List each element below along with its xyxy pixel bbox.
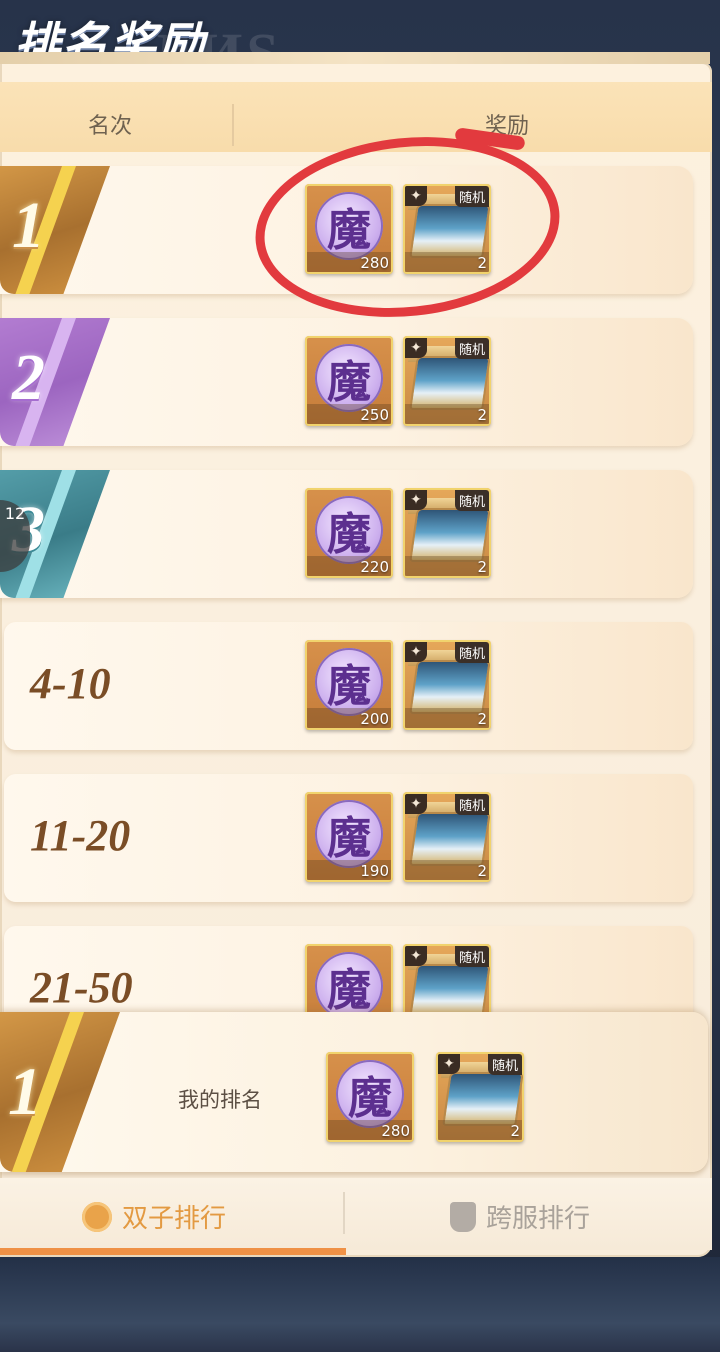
puzzle-icon: ✦: [405, 642, 427, 662]
chest-icon: [442, 1072, 524, 1126]
random-chest-item[interactable]: ✦ 随机 2: [403, 488, 491, 578]
puzzle-icon: ✦: [405, 338, 427, 358]
demon-coin-icon: 魔: [315, 496, 383, 564]
tab-label: 双子排行: [122, 1204, 227, 1234]
background-scene: [0, 1257, 720, 1352]
demon-coin-icon: 魔: [315, 800, 383, 868]
rank-column-header: 名次: [88, 114, 133, 139]
rank-range: 21-50: [30, 963, 133, 1012]
item-count: 280: [381, 1122, 410, 1140]
chest-icon: [409, 660, 491, 714]
rank-range: 4-10: [30, 659, 111, 708]
tab-label: 跨服排行: [486, 1204, 591, 1234]
demon-coin-item[interactable]: 魔 190: [305, 792, 393, 882]
demon-coin-icon: 魔: [336, 1060, 404, 1128]
bubble-count: 12: [4, 504, 26, 523]
rank-row-2[interactable]: 2 魔 250 ✦ 随机 2: [0, 318, 693, 446]
random-tag: 随机: [454, 794, 489, 815]
twin-icon: [82, 1201, 112, 1232]
item-count: 2: [477, 862, 487, 880]
tab-divider: [343, 1192, 345, 1234]
puzzle-icon: ✦: [405, 794, 427, 814]
random-tag: 随机: [454, 642, 489, 663]
random-chest-item[interactable]: ✦ 随机 2: [403, 640, 491, 730]
rank-row-4-10[interactable]: 4-10 魔 200 ✦ 随机 2: [4, 622, 693, 750]
random-chest-item[interactable]: ✦ 随机 2: [403, 336, 491, 426]
table-header: 名次 奖励: [0, 82, 712, 152]
puzzle-icon: ✦: [405, 946, 427, 966]
my-rank-number: 1: [8, 1053, 42, 1129]
item-count: 2: [477, 710, 487, 728]
rank-row-3[interactable]: 3 魔 220 ✦ 随机 2: [0, 470, 693, 598]
random-tag: 随机: [454, 338, 489, 359]
random-tag: 随机: [454, 946, 489, 967]
item-count: 190: [360, 862, 389, 880]
demon-coin-item[interactable]: 魔 250: [305, 336, 393, 426]
tab-cross-server-ranking[interactable]: 跨服排行: [450, 1198, 590, 1235]
demon-coin-icon: 魔: [315, 344, 383, 412]
tab-twin-ranking[interactable]: 双子排行: [82, 1198, 226, 1235]
my-rank-label: 我的排名: [178, 1088, 262, 1112]
demon-coin-icon: 魔: [315, 648, 383, 716]
panel-top-bar: [0, 52, 710, 64]
chest-icon: [409, 812, 491, 866]
demon-coin-item[interactable]: 魔 220: [305, 488, 393, 578]
rank-range: 11-20: [30, 811, 131, 860]
demon-coin-icon: 魔: [315, 952, 383, 1020]
random-chest-item[interactable]: ✦ 随机 2: [403, 792, 491, 882]
item-count: 200: [360, 710, 389, 728]
item-count: 220: [360, 558, 389, 576]
item-count: 2: [510, 1122, 520, 1140]
chest-icon: [409, 508, 491, 562]
rank-row-11-20[interactable]: 11-20 魔 190 ✦ 随机 2: [4, 774, 693, 902]
random-chest-item[interactable]: ✦ 随机 2: [436, 1052, 524, 1142]
rank-number: 1: [12, 189, 45, 262]
chest-icon: [409, 964, 491, 1018]
demon-coin-item[interactable]: 魔 280: [326, 1052, 414, 1142]
ranking-tabs: 双子排行 跨服排行: [0, 1178, 712, 1250]
demon-coin-item[interactable]: 魔 200: [305, 640, 393, 730]
banner-icon: [450, 1201, 476, 1232]
header-divider: [232, 104, 234, 146]
item-count: 2: [477, 558, 487, 576]
puzzle-icon: ✦: [438, 1054, 460, 1074]
puzzle-icon: ✦: [405, 490, 427, 510]
rank-number: 2: [12, 341, 45, 414]
item-count: 2: [477, 406, 487, 424]
chest-icon: [409, 356, 491, 410]
my-rank-row: 1 我的排名 魔 280 ✦ 随机 2: [0, 1012, 708, 1172]
random-tag: 随机: [487, 1054, 522, 1075]
active-tab-indicator: [0, 1248, 346, 1255]
item-count: 250: [360, 406, 389, 424]
random-tag: 随机: [454, 490, 489, 511]
